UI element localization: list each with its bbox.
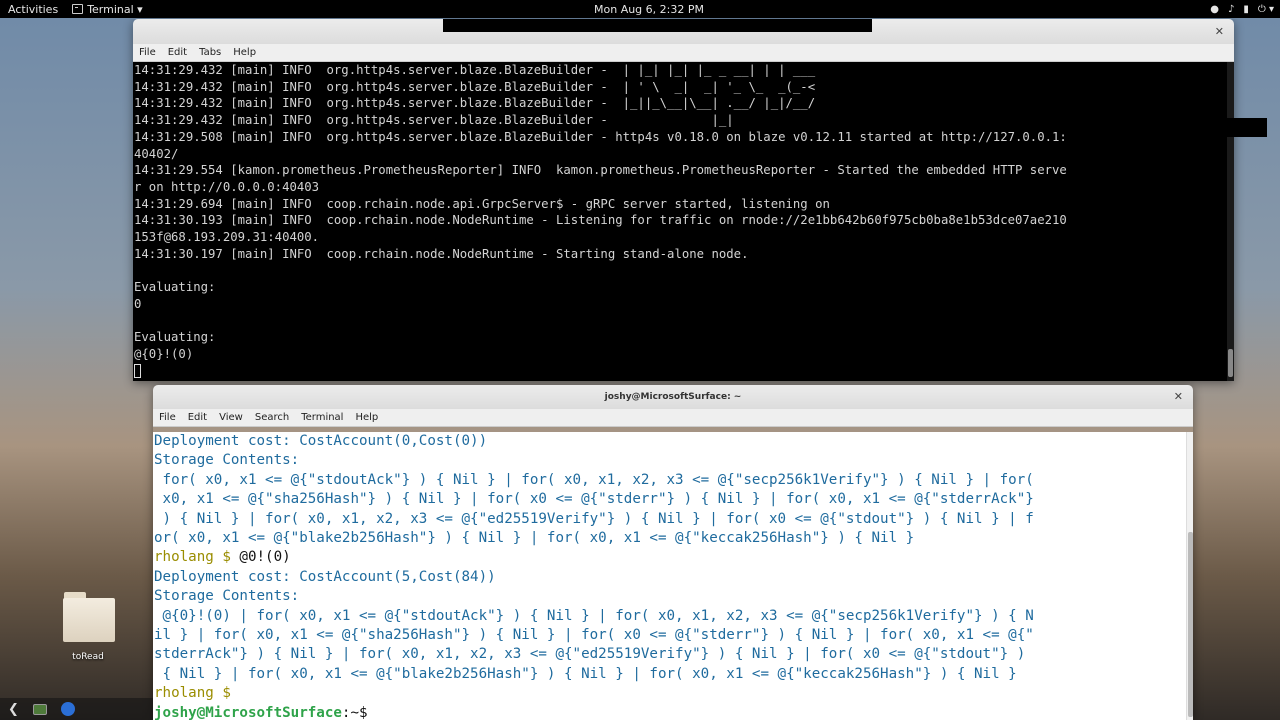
log-line: Evaluating: <box>134 280 216 295</box>
volume-icon: ♪ <box>1227 3 1235 15</box>
prompt-line: rholang $ @0!(0) <box>154 548 1186 567</box>
shell-prompt-line[interactable]: joshy@MicrosoftSurface:~$ <box>154 704 1186 720</box>
rholang-prompt: rholang $ <box>154 549 240 566</box>
output-line: ) { Nil } | for( x0, x1, x2, x3 <= @{"ed… <box>154 510 1034 527</box>
output-line: Deployment cost: CostAccount(0,Cost(0)) <box>154 433 488 449</box>
log-line: 0 <box>134 296 142 311</box>
rholang-prompt: rholang $ <box>154 685 240 702</box>
log-line: 14:31:29.508 [main] INFO org.http4s.serv… <box>134 129 1067 144</box>
chevron-left-icon[interactable]: ❮ <box>8 702 19 717</box>
terminal-window-rholang: joshy@MicrosoftSurface: ~ ✕ File Edit Vi… <box>153 385 1193 720</box>
window-titlebar[interactable]: ✕ <box>133 19 1234 44</box>
close-icon[interactable]: ✕ <box>1174 385 1183 409</box>
output-line: for( x0, x1 <= @{"stdoutAck"} ) { Nil } … <box>154 471 1034 488</box>
output-line: or( x0, x1 <= @{"blake2b256Hash"} ) { Ni… <box>154 530 915 547</box>
menu-search[interactable]: Search <box>255 412 289 423</box>
log-line: 40402/ <box>134 146 179 161</box>
redaction-bar <box>1227 118 1267 137</box>
log-line: r on http://0.0.0.0:40403 <box>134 179 320 194</box>
menu-view[interactable]: View <box>219 412 243 423</box>
shell-user-host: joshy@MicrosoftSurface <box>154 704 342 720</box>
app-menu[interactable]: Terminal ▾ <box>66 3 143 16</box>
menu-file[interactable]: File <box>139 47 156 58</box>
menu-bar: File Edit View Search Terminal Help <box>153 409 1193 427</box>
terminal-window-node-log: ✕ File Edit Tabs Help 14:31:29.432 [main… <box>133 19 1234 381</box>
cursor-line <box>134 363 1227 380</box>
output-line: il } | for( x0, x1 <= @{"sha256Hash"} ) … <box>154 627 1034 644</box>
output-line: @{0}!(0) | for( x0, x1 <= @{"stdoutAck"}… <box>154 607 1034 624</box>
typed-command: @0!(0) <box>239 549 291 566</box>
log-line: 14:31:30.197 [main] INFO coop.rchain.nod… <box>134 246 749 261</box>
close-icon[interactable]: ✕ <box>1215 19 1224 45</box>
shell-path: :~$ <box>341 704 368 720</box>
log-line: Evaluating: <box>134 330 216 345</box>
folder-icon <box>60 588 116 643</box>
menu-help[interactable]: Help <box>355 412 378 423</box>
power-icon: ⏻ ▾ <box>1257 3 1274 15</box>
terminal-output[interactable]: 14:31:29.432 [main] INFO org.http4s.serv… <box>133 62 1227 381</box>
menu-file[interactable]: File <box>159 412 176 423</box>
menu-bar: File Edit Tabs Help <box>133 44 1234 62</box>
log-line: 14:31:29.554 [kamon.prometheus.Prometheu… <box>134 163 1067 178</box>
scrollbar-thumb[interactable] <box>1228 349 1233 377</box>
redaction-bar <box>443 19 872 32</box>
clock[interactable]: Mon Aug 6, 2:32 PM <box>594 3 704 16</box>
app-launcher-icon[interactable] <box>32 703 47 715</box>
log-line: @{0}!(0) <box>134 346 194 361</box>
top-bar: Activities Terminal ▾ Mon Aug 6, 2:32 PM… <box>0 0 1280 18</box>
log-line: 14:31:30.193 [main] INFO coop.rchain.nod… <box>134 213 1067 228</box>
output-line: x0, x1 <= @{"sha256Hash"} ) { Nil } | fo… <box>154 491 1034 508</box>
menu-edit[interactable]: Edit <box>188 412 207 423</box>
menu-tabs[interactable]: Tabs <box>199 47 221 58</box>
chat-app-icon[interactable] <box>60 702 75 716</box>
folder-label: toRead <box>72 652 104 662</box>
log-line: 153f@68.193.209.31:40400. <box>134 230 320 245</box>
output-line: Storage Contents: <box>154 588 300 605</box>
menu-terminal[interactable]: Terminal <box>301 412 343 423</box>
output-line: stderrAck"} ) { Nil } | for( x0, x1, x2,… <box>154 646 1026 663</box>
app-menu-label: Terminal ▾ <box>87 2 143 16</box>
bottom-dock: ❮ <box>0 698 153 720</box>
text-cursor <box>134 363 141 378</box>
scrollbar[interactable] <box>1227 62 1234 381</box>
log-line: 14:31:29.432 [main] INFO org.http4s.serv… <box>134 113 734 128</box>
terminal-output[interactable]: Deployment cost: CostAccount(0,Cost(0)) S… <box>153 432 1186 720</box>
wifi-icon: ● <box>1210 3 1219 15</box>
output-line: Storage Contents: <box>154 452 300 469</box>
log-line: 14:31:29.432 [main] INFO org.http4s.serv… <box>134 96 816 111</box>
scrollbar[interactable] <box>1186 432 1193 720</box>
activities-button[interactable]: Activities <box>0 3 66 16</box>
desktop-folder-toread[interactable]: toRead <box>57 588 119 662</box>
prompt-line: rholang $ <box>154 684 1186 703</box>
menu-help[interactable]: Help <box>233 47 256 58</box>
menu-edit[interactable]: Edit <box>168 47 187 58</box>
system-tray[interactable]: ● ♪ ▮ ⏻ ▾ <box>1210 4 1274 15</box>
log-line: 14:31:29.432 [main] INFO org.http4s.serv… <box>134 79 816 94</box>
terminal-icon <box>72 4 84 14</box>
log-line: 14:31:29.432 [main] INFO org.http4s.serv… <box>134 63 816 77</box>
shell-cursor <box>368 705 377 720</box>
scrollbar-thumb[interactable] <box>1188 532 1193 717</box>
output-line: Deployment cost: CostAccount(5,Cost(84)) <box>154 568 496 585</box>
window-title: joshy@MicrosoftSurface: ~ <box>604 392 742 402</box>
window-titlebar[interactable]: joshy@MicrosoftSurface: ~ ✕ <box>153 385 1193 409</box>
log-line: 14:31:29.694 [main] INFO coop.rchain.nod… <box>134 196 830 211</box>
output-line: { Nil } | for( x0, x1 <= @{"blake2b256Ha… <box>154 665 1017 682</box>
battery-icon: ▮ <box>1243 3 1249 15</box>
